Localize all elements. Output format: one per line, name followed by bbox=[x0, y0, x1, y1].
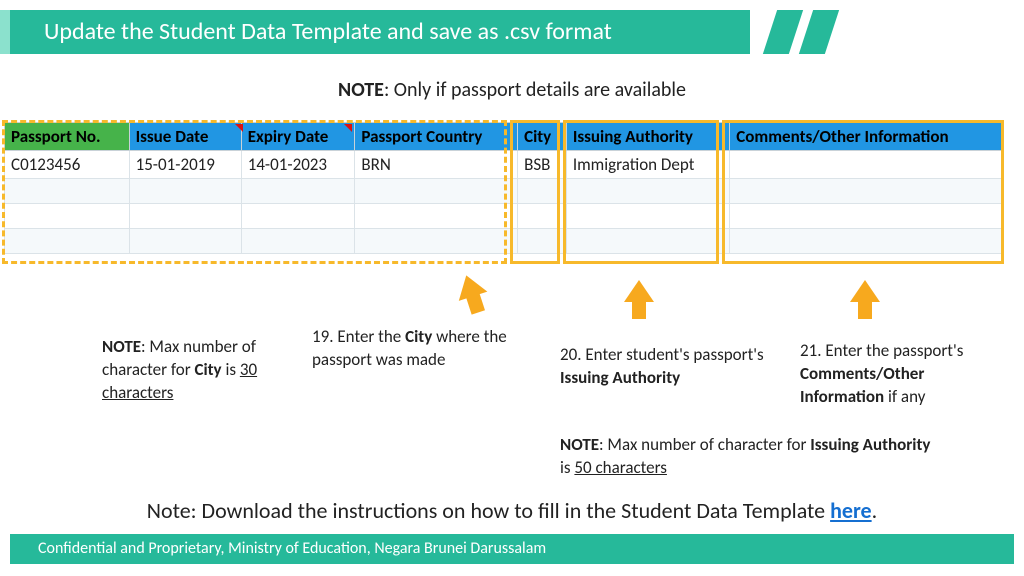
slide-title: Update the Student Data Template and sav… bbox=[10, 10, 750, 54]
note-label: NOTE bbox=[338, 78, 384, 102]
table-row bbox=[5, 179, 1004, 204]
note-city-limit: NOTE: Max number of character for City i… bbox=[102, 336, 302, 405]
col-passport-country: Passport Country bbox=[355, 123, 518, 151]
cell-city: BSB bbox=[518, 151, 567, 179]
comment-indicator-icon bbox=[235, 124, 243, 132]
table-row bbox=[5, 204, 1004, 229]
bottom-download-note: Note: Download the instructions on how t… bbox=[0, 497, 1024, 524]
note-authority-limit: NOTE: Max number of character for Issuin… bbox=[560, 434, 940, 480]
table-row: C0123456 15-01-2019 14-01-2023 BRN BSB I… bbox=[5, 151, 1004, 179]
note-step-20: 20. Enter student's passport's Issuing A… bbox=[560, 344, 770, 390]
footer-bar: Confidential and Proprietary, Ministry o… bbox=[10, 534, 1014, 564]
cell-passport-no: C0123456 bbox=[5, 151, 130, 179]
note-text: : Only if passport details are available bbox=[384, 78, 686, 102]
cell-passport-country: BRN bbox=[355, 151, 518, 179]
note-step-21: 21. Enter the passport's Comments/Other … bbox=[800, 340, 990, 409]
col-passport-no: Passport No. bbox=[5, 123, 130, 151]
slide-header: Update the Student Data Template and sav… bbox=[0, 10, 1024, 54]
header-accent-2 bbox=[799, 10, 839, 54]
table-row bbox=[5, 229, 1004, 254]
col-issuing-authority: Issuing Authority bbox=[566, 123, 729, 151]
comment-indicator-icon bbox=[344, 124, 352, 132]
note-step-19: 19. Enter the City where the passport wa… bbox=[312, 326, 512, 372]
download-link[interactable]: here bbox=[830, 497, 872, 524]
col-issue-date: Issue Date bbox=[129, 123, 241, 151]
col-city: City bbox=[518, 123, 567, 151]
col-comments: Comments/Other Information bbox=[730, 123, 1004, 151]
cell-comments bbox=[730, 151, 1004, 179]
cell-issuing-authority: Immigration Dept bbox=[566, 151, 729, 179]
spreadsheet-table: Passport No. Issue Date Expiry Date Pass… bbox=[4, 122, 1004, 254]
col-expiry-date: Expiry Date bbox=[241, 123, 355, 151]
table-header-row: Passport No. Issue Date Expiry Date Pass… bbox=[5, 123, 1004, 151]
cell-issue-date: 15-01-2019 bbox=[129, 151, 241, 179]
top-note: NOTE: Only if passport details are avail… bbox=[0, 78, 1024, 102]
cell-expiry-date: 14-01-2023 bbox=[241, 151, 355, 179]
header-accent-1 bbox=[763, 10, 803, 54]
